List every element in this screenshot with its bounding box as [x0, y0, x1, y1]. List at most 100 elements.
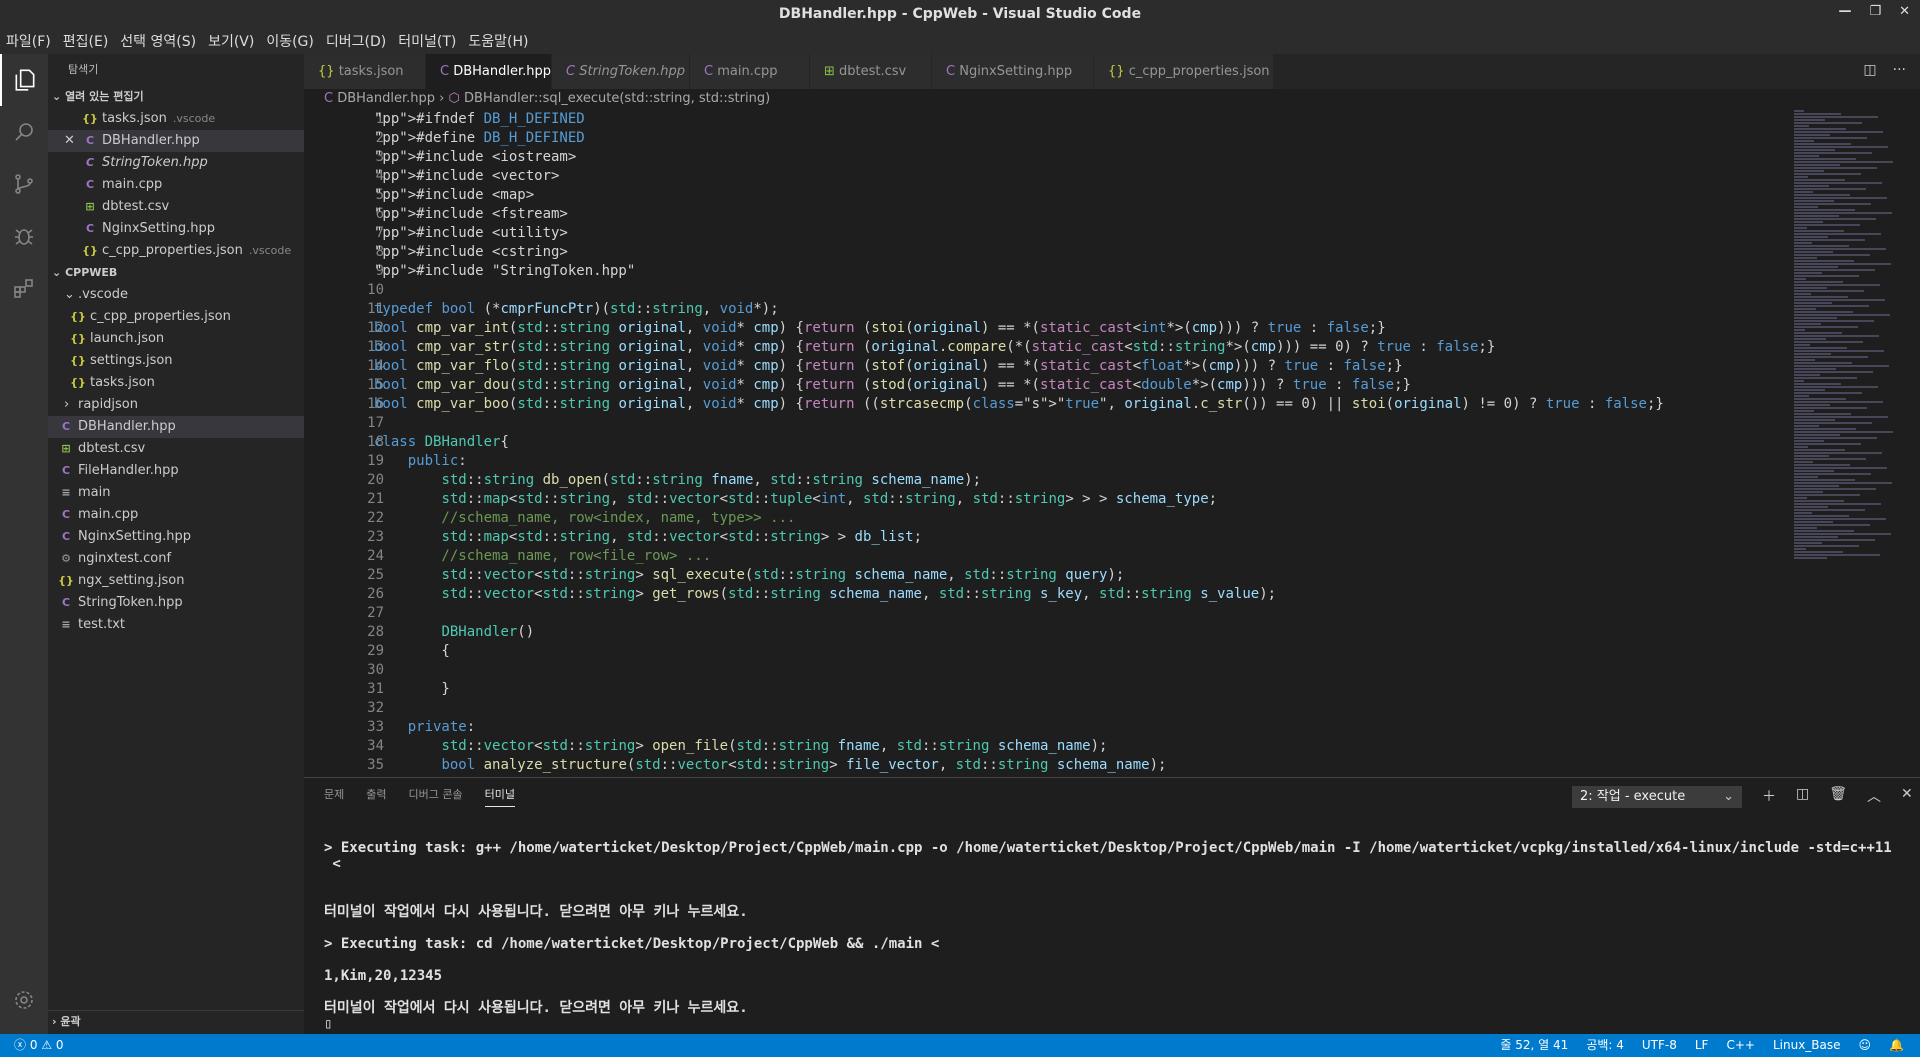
code-line[interactable]: 2 "pp">#define DB_H_DEFINED: [304, 129, 1794, 148]
menu-view[interactable]: 보기(V): [202, 31, 260, 51]
folder-vscode[interactable]: ⌄ .vscode: [48, 284, 304, 306]
menu-debug[interactable]: 디버그(D): [320, 31, 392, 51]
code-editor[interactable]: 1 "pp">#ifndef DB_H_DEFINED 2 "pp">#define …: [304, 110, 1794, 776]
cursor-position[interactable]: 줄 52, 열 41: [1500, 1034, 1568, 1057]
menu-edit[interactable]: 편집(E): [57, 31, 115, 51]
file-item[interactable]: C StringToken.hpp: [48, 592, 304, 614]
maximize-icon[interactable]: ❐: [1869, 4, 1881, 19]
code-line[interactable]: 4 "pp">#include <vector>: [304, 167, 1794, 186]
file-item[interactable]: {} tasks.json: [48, 372, 304, 394]
open-editor-item[interactable]: {} tasks.json .vscode: [48, 108, 304, 130]
tab-main-cpp[interactable]: C main.cpp: [690, 54, 810, 89]
new-terminal-icon[interactable]: ＋: [1762, 786, 1776, 806]
split-editor-icon[interactable]: ◫: [1863, 62, 1876, 78]
menu-go[interactable]: 이동(G): [260, 31, 320, 51]
project-header[interactable]: ⌄ CPPWEB: [48, 262, 304, 284]
debug-icon[interactable]: [0, 210, 48, 262]
open-editors-header[interactable]: ⌄ 열려 있는 편집기: [48, 86, 304, 108]
tab-tasks-json[interactable]: {} tasks.json: [304, 54, 426, 89]
code-line[interactable]: 15 bool cmp_var_dou(std::string original,…: [304, 376, 1794, 395]
file-item-active[interactable]: C DBHandler.hpp: [48, 416, 304, 438]
code-line[interactable]: 14 bool cmp_var_flo(std::string original,…: [304, 357, 1794, 376]
code-line[interactable]: 32: [304, 699, 1794, 718]
code-line[interactable]: 31 }: [304, 680, 1794, 699]
open-editor-item[interactable]: Cmain.cpp: [48, 174, 304, 196]
tab-stringtoken-hpp[interactable]: C StringToken.hpp: [552, 54, 690, 89]
file-item[interactable]: {} c_cpp_properties.json: [48, 306, 304, 328]
editor-scrollbar[interactable]: [1906, 110, 1920, 776]
file-item[interactable]: C FileHandler.hpp: [48, 460, 304, 482]
file-item[interactable]: ⊞ dbtest.csv: [48, 438, 304, 460]
tab-problems[interactable]: 문제: [324, 786, 344, 807]
maximize-panel-icon[interactable]: ︿: [1867, 786, 1881, 806]
extensions-icon[interactable]: [0, 262, 48, 314]
breadcrumb-file[interactable]: DBHandler.hpp: [337, 91, 435, 106]
cpp-configuration[interactable]: Linux_Base: [1773, 1034, 1841, 1057]
line-ending[interactable]: LF: [1695, 1034, 1709, 1057]
minimap[interactable]: [1794, 110, 1906, 570]
code-line[interactable]: 29 {: [304, 642, 1794, 661]
settings-gear-icon[interactable]: [0, 974, 48, 1026]
terminal-output[interactable]: > Executing task: g++ /home/waterticket/…: [324, 840, 1892, 1032]
open-editor-item[interactable]: C NginxSetting.hpp: [48, 218, 304, 240]
menu-selection[interactable]: 선택 영역(S): [114, 31, 202, 51]
code-line[interactable]: 34 std::vector<std::string> open_file(st…: [304, 737, 1794, 756]
code-line[interactable]: 1 "pp">#ifndef DB_H_DEFINED: [304, 110, 1794, 129]
open-editor-item[interactable]: {} c_cpp_properties.json .vscode: [48, 240, 304, 262]
menu-help[interactable]: 도움말(H): [462, 31, 534, 51]
code-line[interactable]: 7 "pp">#include <utility>: [304, 224, 1794, 243]
explorer-icon[interactable]: [0, 54, 48, 106]
code-line[interactable]: 21 std::map<std::string, std::vector<std…: [304, 490, 1794, 509]
breadcrumb-symbol[interactable]: DBHandler::sql_execute(std::string, std:…: [464, 91, 770, 106]
tab-output[interactable]: 출력: [366, 786, 386, 807]
code-line[interactable]: 8 "pp">#include <cstring>: [304, 243, 1794, 262]
source-control-icon[interactable]: [0, 158, 48, 210]
code-line[interactable]: 18 class DBHandler{: [304, 433, 1794, 452]
open-editor-item[interactable]: ⊞ dbtest.csv: [48, 196, 304, 218]
split-terminal-icon[interactable]: ◫: [1796, 786, 1809, 806]
menu-terminal[interactable]: 터미널(T): [392, 31, 462, 51]
code-line[interactable]: 28 DBHandler(): [304, 623, 1794, 642]
search-icon[interactable]: [0, 106, 48, 158]
file-item[interactable]: ≡ main: [48, 482, 304, 504]
indentation[interactable]: 공백: 4: [1586, 1034, 1624, 1057]
file-item[interactable]: ≡ test.txt: [48, 614, 304, 636]
file-item[interactable]: C NginxSetting.hpp: [48, 526, 304, 548]
file-item[interactable]: ⚙ nginxtest.conf: [48, 548, 304, 570]
code-line[interactable]: 25 std::vector<std::string> sql_execute(…: [304, 566, 1794, 585]
open-editor-item-active[interactable]: ✕ C DBHandler.hpp: [48, 130, 304, 152]
code-line[interactable]: 12 bool cmp_var_int(std::string original,…: [304, 319, 1794, 338]
trash-icon[interactable]: 🗑: [1829, 786, 1847, 806]
notification-bell-icon[interactable]: 🔔: [1889, 1034, 1904, 1057]
file-item[interactable]: {} settings.json: [48, 350, 304, 372]
code-line[interactable]: 16 bool cmp_var_boo(std::string original,…: [304, 395, 1794, 414]
code-line[interactable]: 5 "pp">#include <map>: [304, 186, 1794, 205]
code-line[interactable]: 13 bool cmp_var_str(std::string original,…: [304, 338, 1794, 357]
tab-terminal[interactable]: 터미널: [484, 786, 515, 807]
code-line[interactable]: 24 //schema_name, row<file_row> ...: [304, 547, 1794, 566]
code-line[interactable]: 26 std::vector<std::string> get_rows(std…: [304, 585, 1794, 604]
code-line[interactable]: 33 private:: [304, 718, 1794, 737]
more-actions-icon[interactable]: ···: [1893, 62, 1906, 78]
folder-rapidjson[interactable]: › rapidjson: [48, 394, 304, 416]
code-line[interactable]: 35 bool analyze_structure(std::vector<st…: [304, 756, 1794, 775]
close-panel-icon[interactable]: ✕: [1901, 786, 1913, 806]
file-item[interactable]: Cmain.cpp: [48, 504, 304, 526]
outline-header[interactable]: › 윤곽: [48, 1010, 304, 1033]
feedback-icon[interactable]: ☺: [1859, 1034, 1872, 1057]
code-line[interactable]: 17: [304, 414, 1794, 433]
code-line[interactable]: 30: [304, 661, 1794, 680]
code-line[interactable]: 3 "pp">#include <iostream>: [304, 148, 1794, 167]
tab-c-cpp-properties-json[interactable]: {} c_cpp_properties.json: [1094, 54, 1274, 89]
status-left[interactable]: ⓧ 0 ⚠ 0: [14, 1034, 64, 1057]
menu-file[interactable]: 파일(F): [0, 31, 57, 51]
tab-dbhandler-hpp[interactable]: C DBHandler.hpp ✕: [426, 54, 552, 89]
terminal-select[interactable]: 2: 작업 - execute ⌄: [1572, 786, 1742, 808]
code-line[interactable]: 27: [304, 604, 1794, 623]
close-icon[interactable]: ✕: [1899, 4, 1910, 19]
tab-dbtest-csv[interactable]: ⊞ dbtest.csv: [810, 54, 932, 89]
code-line[interactable]: 23 std::map<std::string, std::vector<std…: [304, 528, 1794, 547]
code-line[interactable]: 20 std::string db_open(std::string fname…: [304, 471, 1794, 490]
encoding[interactable]: UTF-8: [1642, 1034, 1677, 1057]
code-line[interactable]: 22 //schema_name, row<index, name, type>…: [304, 509, 1794, 528]
